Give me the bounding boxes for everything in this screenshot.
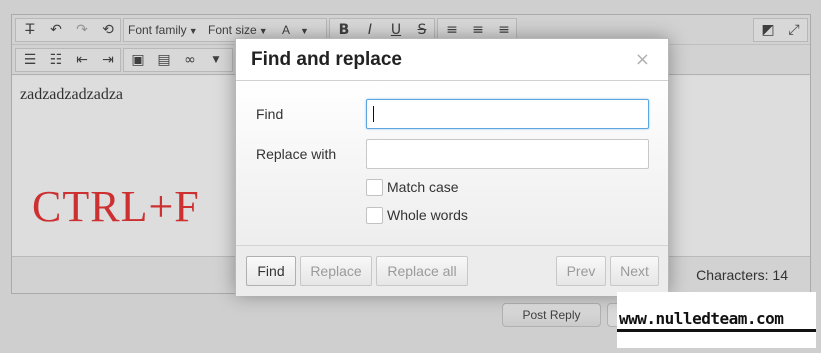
dialog-footer: Find Replace Replace all Prev Next <box>236 245 668 296</box>
close-icon[interactable]: × <box>635 49 650 70</box>
find-replace-dialog: Find and replace × Find Replace with Mat… <box>235 38 669 296</box>
dialog-title: Find and replace <box>251 49 402 70</box>
whole-words-label[interactable]: Whole words <box>387 207 468 223</box>
text-cursor <box>373 106 374 123</box>
replace-label: Replace with <box>256 146 337 162</box>
replace-all-button[interactable]: Replace all <box>376 256 468 286</box>
next-button[interactable]: Next <box>610 256 659 286</box>
dialog-body: Find Replace with Match case Whole words <box>236 81 668 245</box>
match-case-label[interactable]: Match case <box>387 179 459 195</box>
watermark-underline <box>617 329 816 332</box>
prev-button[interactable]: Prev <box>556 256 606 286</box>
match-case-checkbox[interactable] <box>366 179 383 196</box>
replace-input[interactable] <box>366 139 649 169</box>
whole-words-checkbox[interactable] <box>366 207 383 224</box>
dialog-header: Find and replace × <box>236 39 668 81</box>
find-input[interactable] <box>366 99 649 129</box>
find-label: Find <box>256 106 284 122</box>
watermark-text: www.nulledteam.com <box>619 309 784 328</box>
find-button[interactable]: Find <box>246 256 296 286</box>
replace-button[interactable]: Replace <box>300 256 372 286</box>
watermark: www.nulledteam.com <box>617 292 816 348</box>
